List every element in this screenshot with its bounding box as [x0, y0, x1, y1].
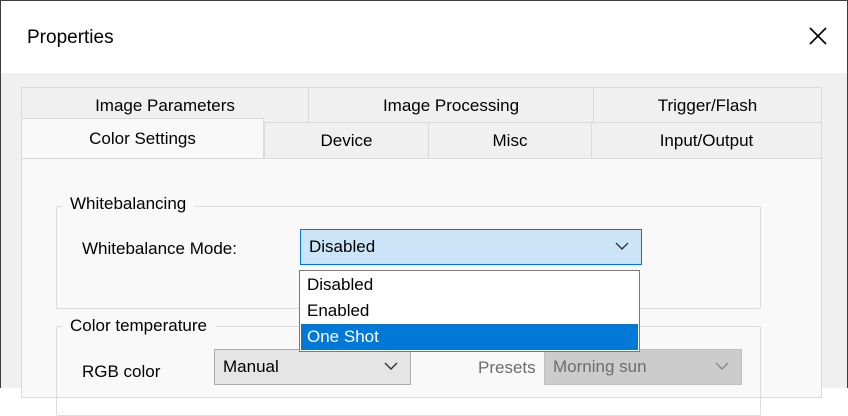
tab-label: Color Settings [89, 128, 196, 148]
tab-color-settings[interactable]: Color Settings [21, 118, 264, 158]
presets-label: Presets [478, 358, 536, 377]
rgb-color-select[interactable]: Manual [214, 349, 411, 385]
tab-input-output[interactable]: Input/Output [591, 122, 822, 158]
close-button[interactable] [789, 15, 847, 57]
tab-misc[interactable]: Misc [428, 122, 592, 158]
window-title: Properties [27, 27, 114, 48]
dropdown-option-one-shot[interactable]: One Shot [301, 324, 638, 350]
whitebalance-mode-dropdown-list: Disabled Enabled One Shot [299, 270, 640, 352]
tab-label: Image Processing [382, 95, 520, 115]
rgb-color-value: Manual [223, 357, 279, 376]
dropdown-option-enabled[interactable]: Enabled [301, 298, 638, 324]
tab-label: Input/Output [659, 130, 754, 150]
option-label: Enabled [307, 301, 370, 320]
chevron-down-icon [715, 362, 729, 370]
whitebalancing-group-label: Whitebalancing [62, 194, 195, 214]
tab-label: Device [320, 130, 373, 150]
whitebalance-mode-value: Disabled [309, 237, 376, 256]
whitebalance-mode-select[interactable]: Disabled [300, 229, 642, 265]
option-label: One Shot [307, 327, 379, 346]
dropdown-option-disabled[interactable]: Disabled [301, 272, 638, 298]
tab-label: Trigger/Flash [657, 95, 758, 115]
close-icon [809, 27, 827, 45]
title-bar: Properties [1, 1, 847, 73]
rgb-color-label: RGB color [82, 362, 161, 381]
tab-image-processing[interactable]: Image Processing [308, 87, 594, 123]
chevron-down-icon [384, 362, 398, 370]
tab-trigger-flash[interactable]: Trigger/Flash [593, 87, 822, 123]
color-temperature-group-label: Color temperature [62, 316, 216, 336]
tab-label: Image Parameters [95, 95, 235, 115]
whitebalance-mode-label: Whitebalance Mode: [82, 239, 237, 258]
properties-dialog: Properties Image Parameters Image Proces… [0, 0, 848, 416]
presets-select[interactable]: Morning sun [544, 349, 742, 385]
presets-value: Morning sun [553, 357, 647, 376]
tab-device[interactable]: Device [264, 122, 429, 158]
option-label: Disabled [307, 275, 374, 294]
tab-label: Misc [492, 130, 528, 150]
chevron-down-icon [615, 242, 629, 250]
